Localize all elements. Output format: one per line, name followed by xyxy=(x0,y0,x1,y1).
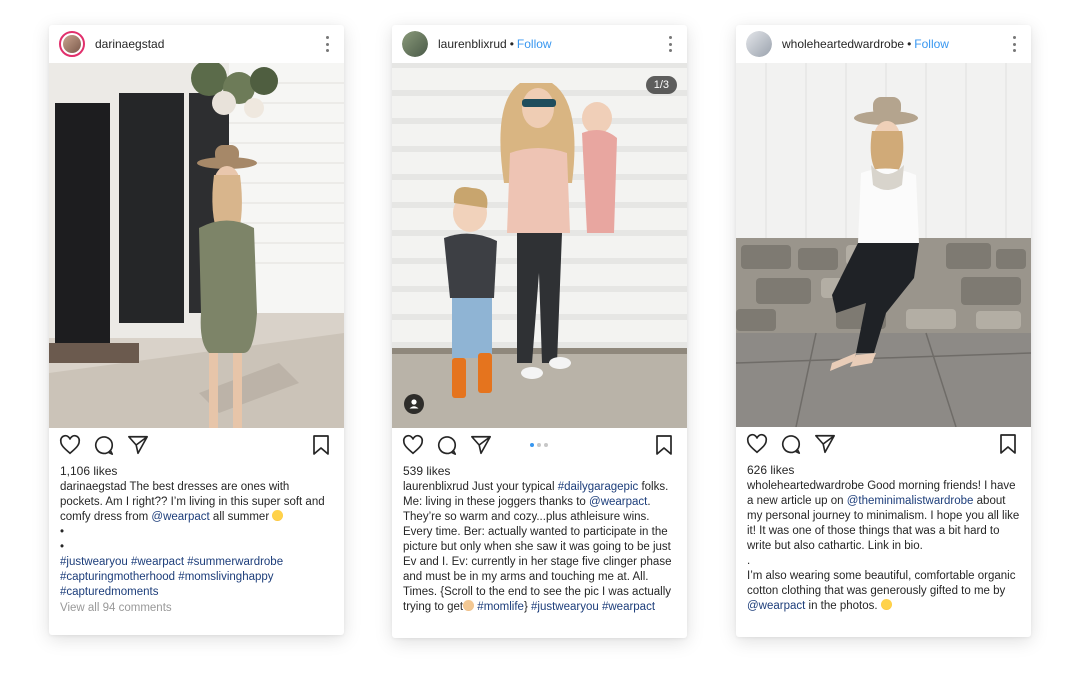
caption-text: in the photos. xyxy=(805,600,881,612)
smile-emoji-icon xyxy=(880,599,892,610)
caption-text: Just your typical xyxy=(468,481,558,493)
heart-icon[interactable] xyxy=(59,434,81,456)
avatar[interactable] xyxy=(746,31,772,57)
save-icon[interactable] xyxy=(312,435,330,455)
mention-link[interactable]: @wearpact xyxy=(589,496,647,508)
post-card-wholeheartedwardrobe: wholeheartedwardrobe • Follow 626 likes … xyxy=(736,25,1031,637)
share-icon[interactable] xyxy=(470,434,492,456)
hashtag-link[interactable]: #momlife xyxy=(477,601,524,613)
caption: wholeheartedwardrobe Good morning friend… xyxy=(736,479,1031,614)
hashtag-link[interactable]: #dailygaragepic xyxy=(558,481,639,493)
stone-wall-photo xyxy=(736,63,1031,427)
hashtag-link[interactable]: #wearpact xyxy=(131,556,184,568)
mention-link[interactable]: @theminimalistwardrobe xyxy=(847,495,974,507)
more-icon[interactable] xyxy=(1013,36,1017,52)
action-bar xyxy=(392,428,687,462)
more-icon[interactable] xyxy=(326,36,330,52)
carousel-indicator xyxy=(530,443,548,447)
username-link[interactable]: wholeheartedwardrobe xyxy=(782,37,904,51)
comment-icon[interactable] xyxy=(93,434,115,456)
post-header: laurenblixrud • Follow xyxy=(392,25,687,63)
share-icon[interactable] xyxy=(814,433,836,455)
likes-count[interactable]: 1,106 likes xyxy=(49,463,344,480)
caption-dot: • xyxy=(60,541,65,553)
hashtag-link[interactable]: #capturedmoments xyxy=(60,586,158,598)
storefront-photo xyxy=(49,63,344,428)
user-tag-icon[interactable] xyxy=(404,394,424,414)
hashtag-link[interactable]: #summerwardrobe xyxy=(187,556,283,568)
image-counter: 1/3 xyxy=(645,76,677,94)
garage-photo xyxy=(392,63,687,428)
heart-icon[interactable] xyxy=(746,433,768,455)
post-photo[interactable]: 1/3 xyxy=(392,63,687,428)
save-icon[interactable] xyxy=(655,435,673,455)
hashtag-link[interactable]: #justwearyou xyxy=(531,601,599,613)
post-photo[interactable] xyxy=(736,63,1031,427)
mention-link[interactable]: @wearpact xyxy=(151,511,209,523)
action-bar xyxy=(49,428,344,462)
caption-username[interactable]: darinaegstad xyxy=(60,481,127,493)
comment-icon[interactable] xyxy=(780,433,802,455)
username-link[interactable]: laurenblixrud xyxy=(438,37,507,51)
post-header: darinaegstad xyxy=(49,25,344,63)
share-icon[interactable] xyxy=(127,434,149,456)
follow-button[interactable]: Follow xyxy=(914,37,949,51)
caption-text: } xyxy=(523,601,531,613)
caption: laurenblixrud Just your typical #dailyga… xyxy=(392,480,687,615)
likes-count[interactable]: 539 likes xyxy=(392,463,687,480)
hashtag-link[interactable]: #wearpact xyxy=(602,601,655,613)
mention-link[interactable]: @wearpact xyxy=(747,600,805,612)
separator-dot: • xyxy=(509,37,514,51)
caption-text: I’m also wearing some beautiful, comfort… xyxy=(747,570,1016,597)
ok-hand-emoji-icon xyxy=(463,600,475,611)
view-comments-link[interactable]: View all 94 comments xyxy=(49,602,344,614)
hashtag-link[interactable]: #momslivinghappy xyxy=(178,571,273,583)
hashtag-link[interactable]: #capturingmotherhood xyxy=(60,571,175,583)
caption-text-after: all summer xyxy=(209,511,273,523)
post-photo[interactable] xyxy=(49,63,344,428)
grin-emoji-icon xyxy=(272,510,284,521)
separator-dot: • xyxy=(907,37,912,51)
comment-icon[interactable] xyxy=(436,434,458,456)
username-link[interactable]: darinaegstad xyxy=(95,37,164,51)
post-card-darinaegstad: darinaegstad 1,106 likes darinaegstad Th… xyxy=(49,25,344,635)
caption-dot: . xyxy=(747,555,751,567)
save-icon[interactable] xyxy=(999,434,1017,454)
action-bar xyxy=(736,427,1031,461)
hashtag-link[interactable]: #justwearyou xyxy=(60,556,128,568)
caption: darinaegstad The best dresses are ones w… xyxy=(49,480,344,600)
more-icon[interactable] xyxy=(669,36,673,52)
likes-count[interactable]: 626 likes xyxy=(736,462,1031,479)
caption-dot: • xyxy=(60,526,65,538)
heart-icon[interactable] xyxy=(402,434,424,456)
avatar[interactable] xyxy=(402,31,428,57)
caption-username[interactable]: laurenblixrud xyxy=(403,481,469,493)
caption-username[interactable]: wholeheartedwardrobe xyxy=(747,480,864,492)
follow-button[interactable]: Follow xyxy=(517,37,552,51)
post-card-laurenblixrud: laurenblixrud • Follow 1/3 539 likes lau… xyxy=(392,25,687,638)
avatar[interactable] xyxy=(59,31,85,57)
post-header: wholeheartedwardrobe • Follow xyxy=(736,25,1031,63)
caption-text: . They’re so warm and cozy...plus athlei… xyxy=(403,496,672,613)
